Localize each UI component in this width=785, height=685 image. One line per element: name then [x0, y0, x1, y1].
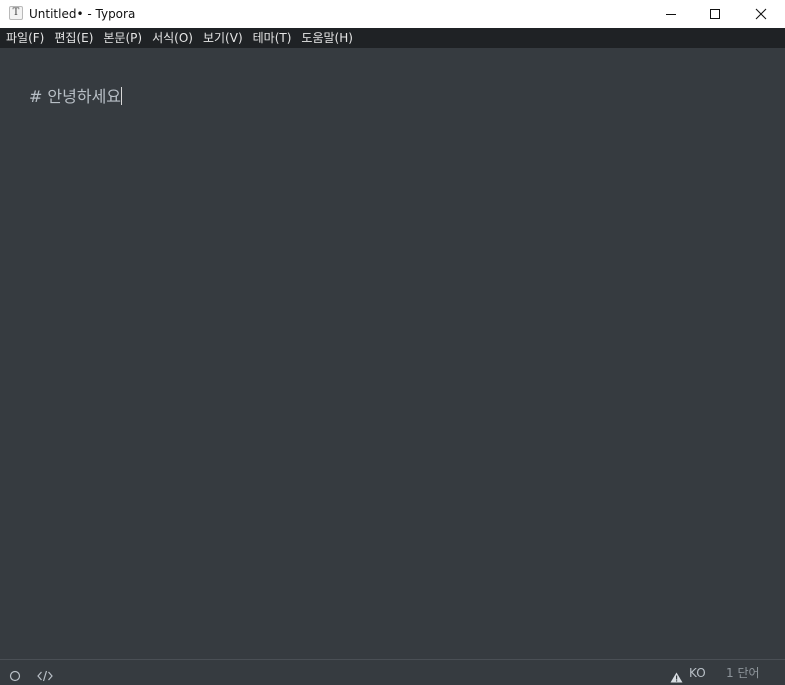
heading-line[interactable]: # 안녕하세요 [29, 86, 123, 108]
menu-format[interactable]: 서식(O) [147, 28, 198, 48]
word-count[interactable]: 1 단어 [726, 665, 760, 681]
heading-marker: # [29, 87, 43, 106]
outline-toggle-button[interactable] [9, 667, 21, 685]
editor-area[interactable]: # 안녕하세요 [0, 48, 785, 659]
menu-help[interactable]: 도움말(H) [296, 28, 358, 48]
menu-paragraph[interactable]: 본문(P) [98, 28, 147, 48]
menu-themes[interactable]: 테마(T) [248, 28, 297, 48]
spellcheck-warning-button[interactable] [670, 668, 683, 685]
typora-app-icon: T [9, 6, 23, 20]
maximize-icon [710, 9, 720, 19]
code-icon [37, 670, 53, 682]
close-button[interactable] [738, 0, 784, 28]
title-bar: T Untitled• - Typora [0, 0, 785, 28]
warning-icon [670, 672, 683, 683]
menu-edit[interactable]: 편집(E) [49, 28, 98, 48]
text-cursor [121, 87, 123, 105]
circle-outline-icon [9, 670, 21, 682]
language-indicator[interactable]: KO [689, 665, 706, 681]
minimize-icon [666, 14, 676, 15]
menu-bar: 파일(F) 편집(E) 본문(P) 서식(O) 보기(V) 테마(T) 도움말(… [0, 28, 785, 48]
menu-view[interactable]: 보기(V) [198, 28, 248, 48]
typora-window: T Untitled• - Typora 파일(F) 편집(E) 본문(P) 서… [0, 0, 785, 685]
source-code-mode-button[interactable] [37, 667, 53, 685]
close-icon [755, 8, 767, 20]
heading-text: 안녕하세요 [47, 87, 122, 106]
menu-file[interactable]: 파일(F) [1, 28, 49, 48]
minimize-button[interactable] [648, 0, 694, 28]
maximize-button[interactable] [692, 0, 738, 28]
window-title: Untitled• - Typora [29, 7, 136, 21]
status-bar: KO 1 단어 [0, 659, 785, 685]
